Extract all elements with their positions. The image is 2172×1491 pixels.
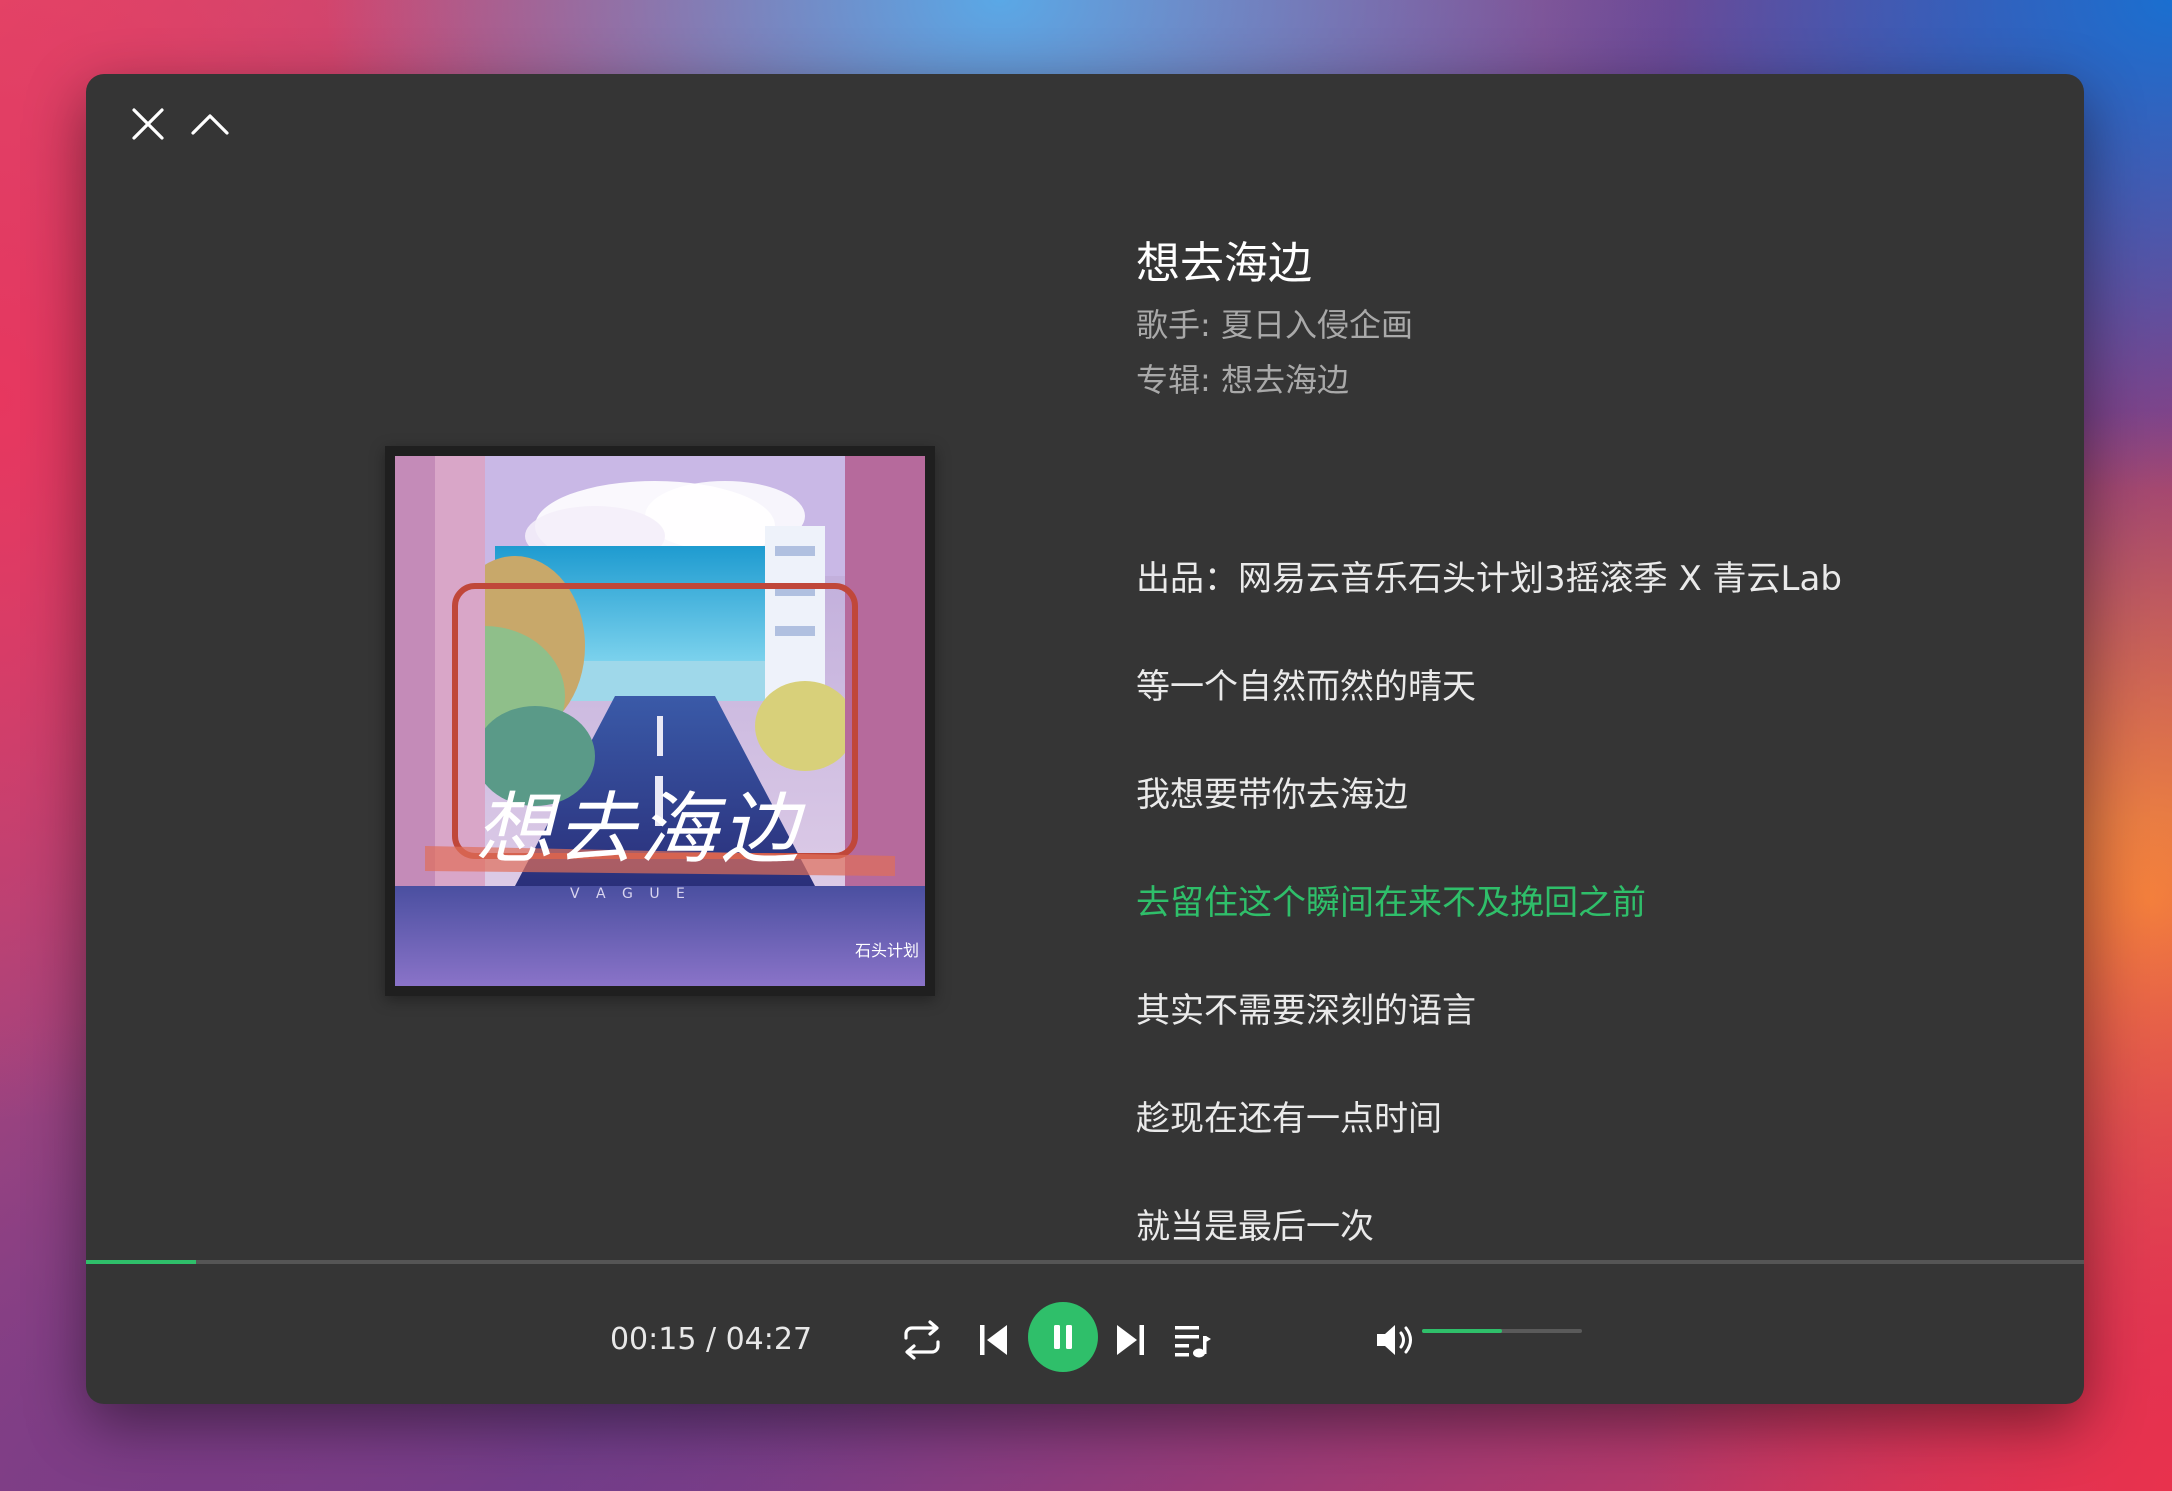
lyric-line: 趁现在还有一点时间 <box>1136 1099 1442 1139</box>
lyric-line: 出品：网易云音乐石头计划3摇滚季 X 青云Lab <box>1136 559 1842 599</box>
lyric-line: 等一个自然而然的晴天 <box>1136 667 1476 707</box>
repeat-icon <box>904 1320 940 1360</box>
lyric-line: 就当是最后一次 <box>1136 1207 1374 1247</box>
artist-label[interactable]: 歌手: 夏日入侵企画 <box>1136 298 2036 353</box>
album-art-subtitle: V A G U E <box>570 886 691 902</box>
volume-fill <box>1422 1329 1502 1333</box>
album-cover: 想去海边 V A G U E 石头计划 <box>385 446 935 996</box>
song-title: 想去海边 <box>1136 238 1312 289</box>
close-button[interactable] <box>126 102 170 146</box>
repeat-button[interactable] <box>894 1310 950 1370</box>
previous-button[interactable] <box>966 1310 1022 1370</box>
volume-slider[interactable] <box>1422 1329 1582 1333</box>
lyric-line: 其实不需要深刻的语言 <box>1136 991 1476 1031</box>
next-button[interactable] <box>1102 1310 1158 1370</box>
skip-previous-icon <box>980 1325 1007 1355</box>
skip-next-icon <box>1117 1325 1144 1355</box>
playlist-button[interactable] <box>1163 1310 1223 1370</box>
album-art-title: 想去海边 <box>475 785 806 875</box>
pause-button[interactable] <box>1028 1302 1098 1372</box>
pause-icon <box>1054 1325 1072 1349</box>
lyric-line-current: 去留住这个瞬间在来不及挽回之前 <box>1136 883 1646 923</box>
collapse-button[interactable] <box>188 102 232 146</box>
lyric-line: 我想要带你去海边 <box>1136 775 1408 815</box>
close-icon <box>132 108 164 140</box>
progress-bar[interactable] <box>86 1260 2084 1264</box>
chevron-up-icon <box>191 114 229 135</box>
song-info: 想去海边 歌手: 夏日入侵企画 专辑: 想去海边 <box>1136 234 2036 408</box>
time-display: 00:15 / 04:27 <box>609 1322 813 1357</box>
lyrics-panel[interactable]: 出品：网易云音乐石头计划3摇滚季 X 青云Lab 等一个自然而然的晴天 我想要带… <box>1136 544 2036 1300</box>
volume-icon <box>1377 1325 1412 1355</box>
volume-button[interactable] <box>1366 1310 1426 1370</box>
player-window: 想去海边 V A G U E 石头计划 想去海边 歌手: 夏日入侵企画 专辑: … <box>86 74 2084 1404</box>
playlist-icon <box>1175 1326 1211 1358</box>
album-art-logo: 石头计划 <box>855 941 919 960</box>
album-art-image: 想去海边 V A G U E 石头计划 <box>395 456 925 986</box>
album-label[interactable]: 专辑: 想去海边 <box>1136 353 2036 408</box>
progress-seek-area[interactable] <box>86 1252 2084 1272</box>
